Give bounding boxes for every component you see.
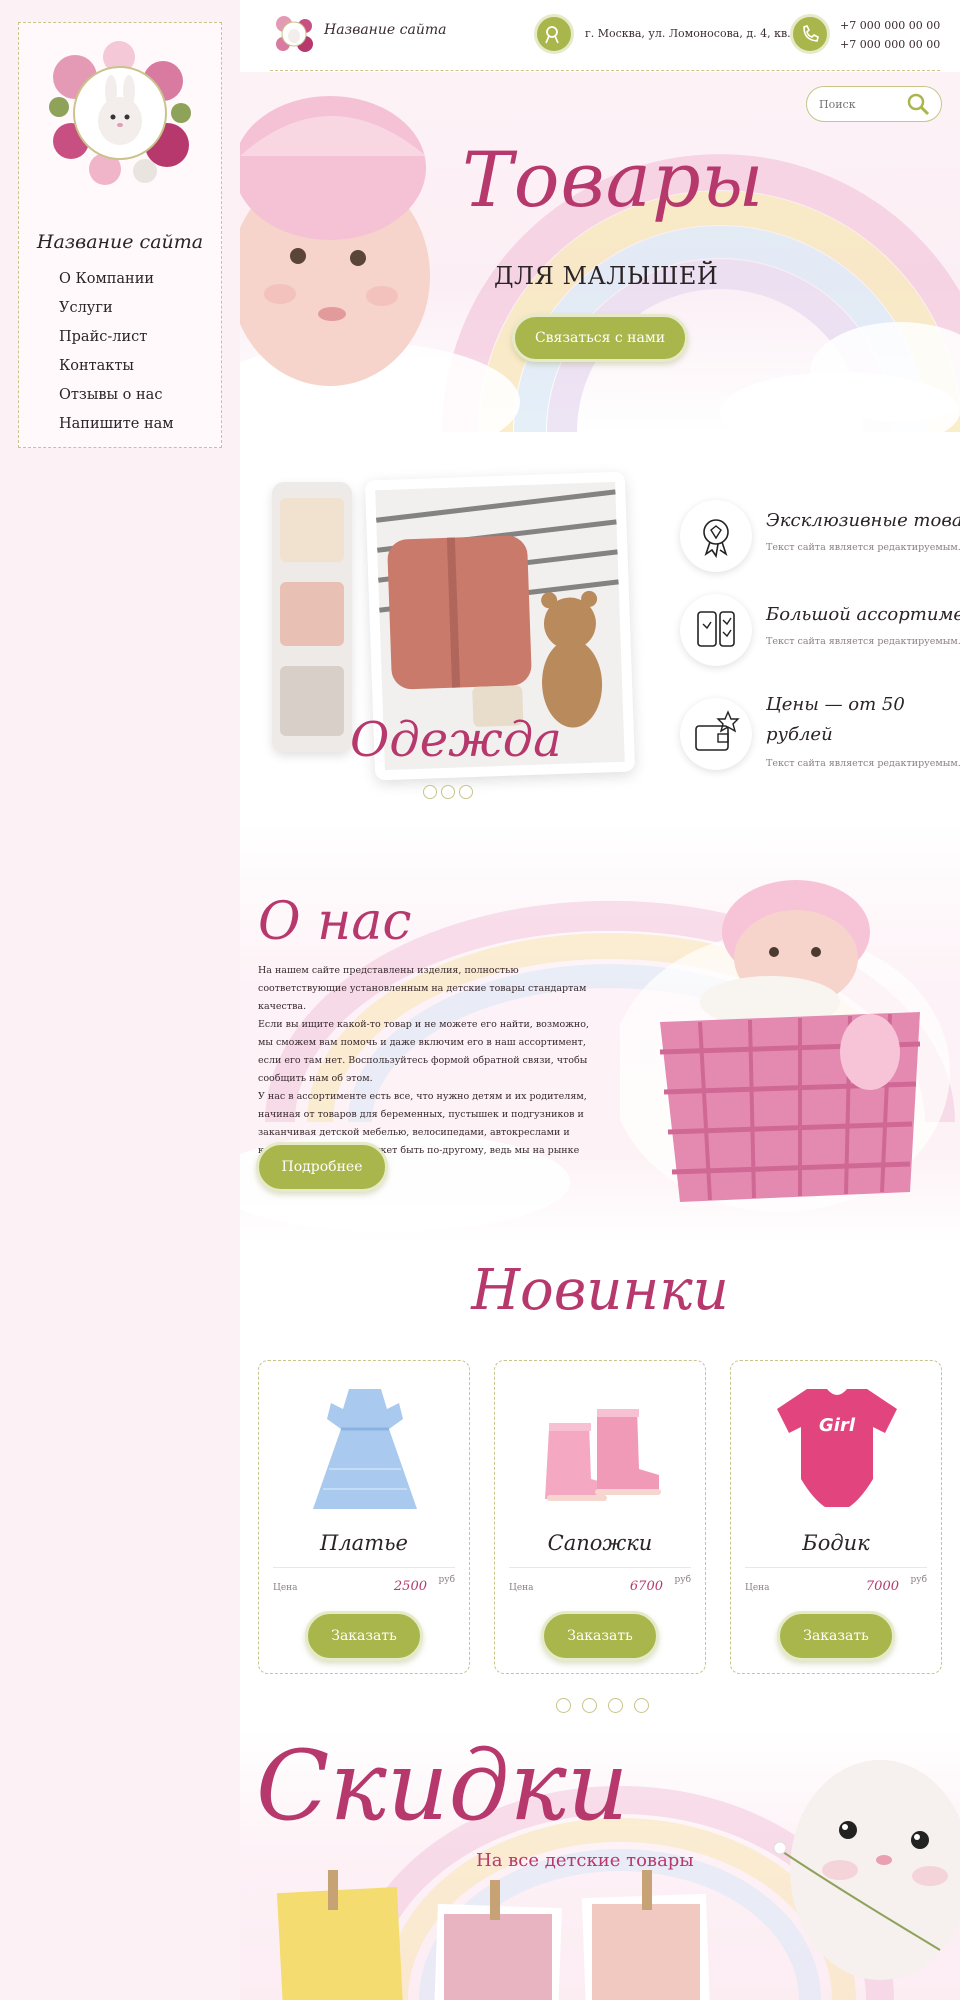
more-button[interactable]: Подробнее bbox=[256, 1142, 388, 1192]
sidebar-item-write-us[interactable]: Напишите нам bbox=[59, 416, 174, 445]
header-logo-icon[interactable] bbox=[274, 14, 314, 54]
gallery-pagination bbox=[423, 784, 477, 803]
product-card[interactable]: Girl Бодик Цена 7000 руб Заказать bbox=[730, 1360, 942, 1674]
product-name: Бодик bbox=[802, 1531, 870, 1555]
feature-text: Текст сайта является редактируемым. bbox=[766, 636, 960, 647]
price-label: Цена bbox=[509, 1583, 534, 1593]
feature-text: Текст сайта является редактируемым. bbox=[766, 542, 960, 553]
products-dot-1[interactable] bbox=[556, 1698, 571, 1713]
logo-bunny-wreath-icon[interactable] bbox=[45, 37, 195, 187]
product-price: 6700 bbox=[629, 1579, 663, 1594]
price-label: Цена bbox=[273, 1583, 298, 1593]
sidebar-item-contacts[interactable]: Контакты bbox=[59, 358, 174, 387]
discounts-section: Скидки На все детские товары bbox=[240, 1730, 960, 2000]
award-medal-icon bbox=[680, 500, 752, 572]
feature-title: Большой ассортимент bbox=[766, 604, 960, 625]
currency-label: руб bbox=[910, 1575, 927, 1585]
sidebar-nav: О Компании Услуги Прайс-лист Контакты От… bbox=[59, 271, 174, 445]
hero-title: Товары bbox=[462, 135, 765, 224]
product-name: Платье bbox=[320, 1531, 408, 1555]
card-divider bbox=[745, 1567, 927, 1568]
discounts-title: Скидки bbox=[256, 1730, 629, 1842]
order-button[interactable]: Заказать bbox=[777, 1611, 895, 1661]
header-address: г. Москва, ул. Ломоносова, д. 4, кв. 5 bbox=[585, 27, 802, 40]
boots-icon bbox=[545, 1409, 661, 1501]
order-button[interactable]: Заказать bbox=[305, 1611, 423, 1661]
header-divider bbox=[270, 70, 940, 71]
product-card[interactable]: Сапожки Цена 6700 руб Заказать bbox=[494, 1360, 706, 1674]
feature-title-line-1: Цены — от 50 bbox=[766, 694, 905, 715]
sidebar-column: Название сайта О Компании Услуги Прайс-л… bbox=[0, 0, 240, 2000]
gallery-dot-3[interactable] bbox=[459, 785, 473, 799]
hero-subtitle: ДЛЯ МАЛЫШЕЙ bbox=[494, 262, 719, 290]
main-content: Название сайта г. Москва, ул. Ломоносова… bbox=[240, 0, 960, 2000]
header-phone-2[interactable]: +7 000 000 00 00 bbox=[840, 35, 940, 54]
dress-icon bbox=[313, 1389, 417, 1509]
feature-title: Эксклюзивные товары bbox=[766, 510, 960, 531]
header-site-name[interactable]: Название сайта bbox=[324, 22, 447, 38]
product-price: 2500 bbox=[393, 1579, 427, 1594]
feature-title-line-2: рублей bbox=[766, 724, 833, 745]
sidebar-item-about[interactable]: О Компании bbox=[59, 271, 174, 300]
gallery-dot-1[interactable] bbox=[423, 785, 437, 799]
thumbnail-1[interactable] bbox=[280, 498, 344, 562]
products-dot-2[interactable] bbox=[582, 1698, 597, 1713]
card-divider bbox=[273, 1567, 455, 1568]
gallery-caption: Одежда bbox=[350, 712, 562, 768]
products-list: Платье Цена 2500 руб Заказать Сапожки Це… bbox=[258, 1360, 948, 1674]
currency-label: руб bbox=[438, 1575, 455, 1585]
bodysuit-icon: Girl bbox=[777, 1389, 897, 1507]
search-icon[interactable] bbox=[906, 92, 930, 116]
about-paragraph: На нашем сайте представлены изделия, пол… bbox=[258, 965, 587, 1012]
about-paragraph: Если вы ищите какой-то товар и не можете… bbox=[258, 1019, 590, 1084]
baby-in-basket-photo bbox=[620, 880, 950, 1212]
thumbnail-2[interactable] bbox=[280, 582, 344, 646]
features-section: Одежда Эксклюзивные товары Текст сайта я… bbox=[240, 432, 960, 822]
hero-section: Товары ДЛЯ МАЛЫШЕЙ Связаться с нами bbox=[240, 72, 960, 432]
product-card[interactable]: Платье Цена 2500 руб Заказать bbox=[258, 1360, 470, 1674]
header-phones: +7 000 000 00 00 +7 000 000 00 00 bbox=[840, 16, 940, 54]
baby-photo bbox=[240, 96, 430, 386]
sidebar: Название сайта О Компании Услуги Прайс-л… bbox=[18, 22, 222, 448]
gallery-thumbnails[interactable] bbox=[272, 482, 352, 752]
gallery-dot-2[interactable] bbox=[441, 785, 455, 799]
contact-us-button[interactable]: Связаться с нами bbox=[512, 314, 688, 362]
sidebar-item-pricelist[interactable]: Прайс-лист bbox=[59, 329, 174, 358]
currency-label: руб bbox=[674, 1575, 691, 1585]
phone-icon bbox=[790, 14, 830, 54]
sidebar-site-title: Название сайта bbox=[36, 231, 204, 253]
thumbnail-3[interactable] bbox=[280, 666, 344, 736]
location-icon bbox=[534, 14, 574, 54]
phone-checklist-icon bbox=[680, 594, 752, 666]
sidebar-item-reviews[interactable]: Отзывы о нас bbox=[59, 387, 174, 416]
card-divider bbox=[509, 1567, 691, 1568]
sidebar-item-services[interactable]: Услуги bbox=[59, 300, 174, 329]
products-pagination bbox=[556, 1698, 660, 1717]
bodysuit-print: Girl bbox=[819, 1415, 856, 1436]
order-button[interactable]: Заказать bbox=[541, 1611, 659, 1661]
products-dot-3[interactable] bbox=[608, 1698, 623, 1713]
about-title: О нас bbox=[258, 892, 412, 952]
product-price: 7000 bbox=[865, 1579, 899, 1594]
price-label: Цена bbox=[745, 1583, 770, 1593]
products-dot-4[interactable] bbox=[634, 1698, 649, 1713]
feature-text: Текст сайта является редактируемым. bbox=[766, 758, 960, 769]
discounts-subtitle: На все детские товары bbox=[476, 1850, 694, 1871]
header: Название сайта г. Москва, ул. Ломоносова… bbox=[240, 0, 960, 72]
about-section: О нас На нашем сайте представлены издели… bbox=[240, 822, 960, 1242]
new-products-title: Новинки bbox=[471, 1258, 729, 1323]
product-name: Сапожки bbox=[547, 1531, 653, 1555]
wallet-star-icon bbox=[680, 698, 752, 770]
header-phone-1[interactable]: +7 000 000 00 00 bbox=[840, 16, 940, 35]
